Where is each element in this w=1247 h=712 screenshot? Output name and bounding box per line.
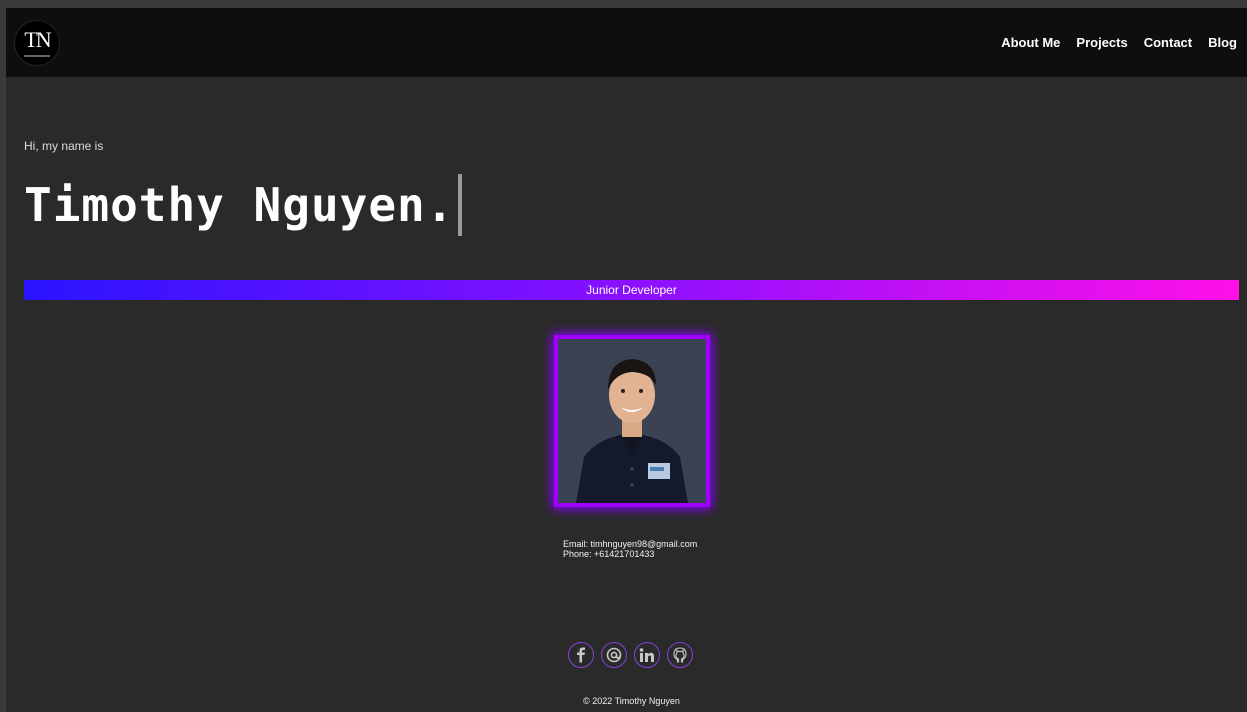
window-top-border [0,0,1247,8]
logo-monogram: TN [24,26,51,52]
profile-photo [554,335,710,507]
hero-name: Timothy Nguyen. [24,178,455,232]
contact-phone: Phone: +61421701433 [563,549,655,559]
footer: © 2022 Timothy Nguyen [0,696,1247,706]
contact-email: Email: timhnguyen98@gmail.com [563,539,698,549]
intro-greeting: Hi, my name is [24,139,104,153]
email-at-icon[interactable] [601,642,627,668]
github-icon[interactable] [667,642,693,668]
nav-links: About Me Projects Contact Blog [985,35,1237,50]
linkedin-icon[interactable] [634,642,660,668]
nav-link-about-me[interactable]: About Me [1001,35,1060,50]
logo-underline [24,54,50,57]
contact-info: Email: timhnguyen98@gmail.com Phone: +61… [563,539,697,559]
nav-link-blog[interactable]: Blog [1208,35,1237,50]
site-logo[interactable]: TN [14,19,60,66]
navbar: TN About Me Projects Contact Blog [6,8,1247,77]
hero-name-row: Timothy Nguyen. [24,174,463,236]
role-label: Junior Developer [586,283,677,297]
profile-photo-illustration [558,339,706,503]
social-links [568,642,700,668]
window-left-border [0,0,6,712]
typing-cursor [458,174,463,236]
facebook-icon[interactable] [568,642,594,668]
footer-copyright: © 2022 Timothy Nguyen [583,696,680,706]
nav-link-contact[interactable]: Contact [1144,35,1192,50]
nav-link-projects[interactable]: Projects [1076,35,1127,50]
role-banner: Junior Developer [24,280,1239,300]
